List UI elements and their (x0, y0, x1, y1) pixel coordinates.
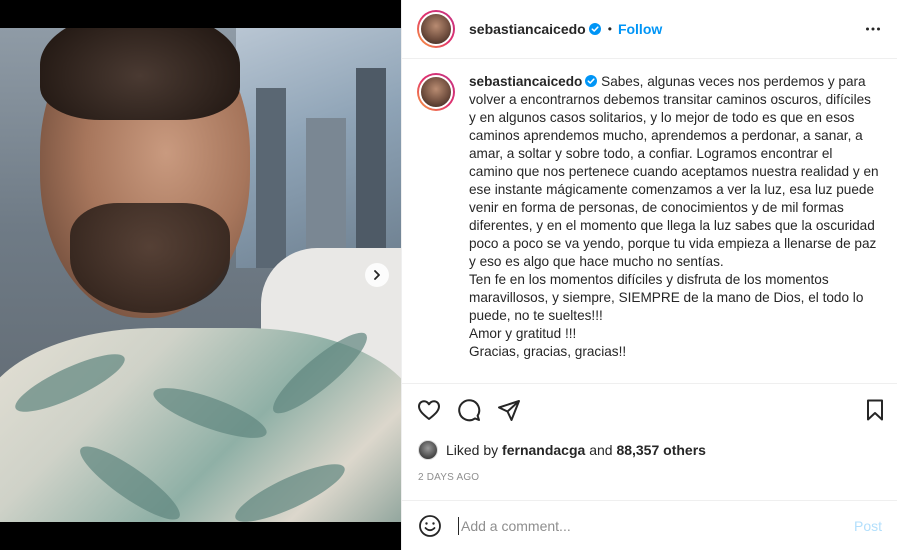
author-avatar[interactable] (417, 10, 455, 48)
share-button[interactable] (497, 398, 523, 424)
building-shape (256, 88, 286, 268)
comment-bar: Post (402, 500, 897, 550)
leaf-pattern (229, 454, 351, 522)
hair-shape (40, 28, 240, 120)
like-button[interactable] (417, 398, 443, 424)
window-background (236, 28, 401, 268)
verified-badge-icon (588, 23, 601, 35)
action-bar (402, 383, 897, 443)
caption-avatar[interactable] (417, 73, 455, 111)
avatar-image (419, 12, 453, 46)
caption-body: Sabes, algunas veces nos perdemos y para… (469, 74, 879, 359)
author-username[interactable]: sebastiancaicedo (469, 21, 586, 37)
next-photo-button[interactable] (365, 263, 389, 287)
leaf-pattern (148, 378, 272, 448)
avatar-image (419, 75, 453, 109)
caption-row: sebastiancaicedo Sabes, algunas veces no… (417, 73, 883, 361)
comment-bubble-icon (458, 399, 481, 422)
save-button[interactable] (863, 398, 889, 424)
leaf-pattern (9, 344, 131, 422)
post-timestamp[interactable]: 2 DAYS AGO (418, 472, 479, 483)
post-comment-button[interactable]: Post (854, 518, 882, 534)
follow-button[interactable]: Follow (618, 21, 662, 37)
shirt-shape (0, 322, 401, 522)
likes-summary: Liked by fernandacga and 88,357 others (418, 440, 706, 460)
verified-badge-icon (585, 75, 598, 87)
building-shape (306, 118, 346, 268)
media-pane (0, 0, 401, 550)
likes-others-link[interactable]: 88,357 others (616, 442, 706, 458)
bookmark-icon (867, 399, 883, 421)
liker-avatar[interactable] (418, 440, 438, 460)
separator-dot: • (607, 22, 612, 36)
chevron-right-icon (374, 270, 380, 280)
emoji-icon[interactable] (418, 514, 442, 538)
caption-username[interactable]: sebastiancaicedo (469, 74, 582, 89)
liker-username[interactable]: fernandacga (502, 442, 585, 458)
building-shape (356, 68, 386, 268)
beard-shape (70, 203, 230, 313)
post-sidebar: sebastiancaicedo • Follow sebastiancaice… (401, 0, 897, 550)
more-horizontal-icon (866, 27, 880, 31)
caption-text: sebastiancaicedo Sabes, algunas veces no… (469, 73, 879, 361)
comment-input[interactable] (458, 516, 842, 535)
leaf-pattern (72, 436, 188, 522)
likes-text: Liked by fernandacga and 88,357 others (446, 442, 706, 458)
heart-icon (418, 400, 440, 420)
likes-prefix: Liked by (446, 442, 499, 458)
caption-area[interactable]: sebastiancaicedo Sabes, algunas veces no… (402, 60, 897, 382)
post-photo[interactable] (0, 28, 401, 522)
more-options-button[interactable] (865, 21, 881, 37)
comment-button[interactable] (457, 398, 483, 424)
post-header: sebastiancaicedo • Follow (402, 0, 897, 59)
likes-middle: and (589, 442, 613, 458)
leaf-pattern (264, 322, 376, 424)
paper-plane-icon (498, 400, 520, 421)
